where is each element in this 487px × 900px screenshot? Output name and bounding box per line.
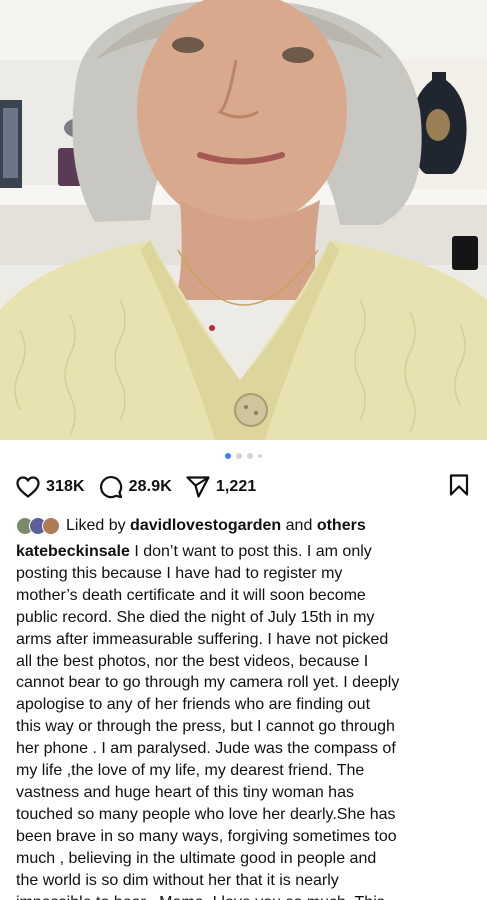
paper-plane-icon: [186, 476, 210, 498]
caption-line: her phone . I am paralysed. Jude was the…: [16, 740, 396, 758]
caption-line: this way or through the press, but I can…: [16, 718, 395, 736]
caption-line: arms after immeasurable suffering. I hav…: [16, 630, 389, 648]
caption-line: the world is so dim without her that it …: [16, 871, 339, 889]
caption-username-link[interactable]: katebeckinsale: [16, 543, 130, 560]
liker-avatars[interactable]: [16, 517, 60, 535]
save-button[interactable]: [449, 473, 469, 501]
caption-line: touched so many people who love her dear…: [16, 805, 396, 823]
comment-button[interactable]: 28.9K: [99, 475, 172, 499]
carousel-dot: [258, 454, 262, 458]
liked-by-row: Liked by davidlovestogarden and others: [16, 515, 477, 537]
comment-count: 28.9K: [128, 478, 172, 495]
like-button[interactable]: 318K: [16, 476, 85, 498]
comment-bubble-icon: [99, 475, 122, 499]
caption-line: much , believing in the ultimate good in…: [16, 849, 377, 867]
avatar: [42, 517, 60, 535]
caption-line: cannot bear to go through my camera roll…: [16, 674, 400, 692]
caption-line: katebeckinsale I don’t want to post this…: [16, 541, 473, 563]
post-caption: katebeckinsale I don’t want to post this…: [16, 541, 473, 900]
post-photo[interactable]: [0, 0, 487, 440]
caption-line: public record. She died the night of Jul…: [16, 608, 375, 626]
carousel-indicator: [0, 452, 487, 460]
caption-line: vastness and huge heart of this tiny wom…: [16, 783, 354, 801]
caption-line: been brave in so many ways, forgiving so…: [16, 827, 397, 845]
caption-line: apologise to any of her friends who are …: [16, 696, 371, 714]
liked-by-user-link[interactable]: davidlovestogarden: [130, 517, 281, 535]
carousel-dot: [247, 453, 253, 459]
post-photo-illustration: [0, 0, 487, 440]
share-button[interactable]: 1,221: [186, 476, 257, 498]
post-action-bar: 318K 28.9K 1,221: [16, 473, 469, 501]
like-count: 318K: [46, 478, 85, 495]
bookmark-icon: [449, 473, 469, 496]
caption-line: impossible to bear . Mama, I love you so…: [16, 892, 473, 900]
carousel-dot: [236, 453, 242, 459]
heart-icon: [16, 476, 40, 498]
caption-text: I don’t want to post this. I am only: [134, 543, 372, 560]
caption-line: my life ,the love of my life, my dearest…: [16, 762, 365, 780]
liked-by-prefix: Liked by: [66, 517, 126, 534]
liked-by-connector: and: [285, 517, 313, 534]
share-count: 1,221: [215, 478, 257, 495]
carousel-dot-active: [225, 453, 231, 459]
caption-line: all the best photos, nor the best videos…: [16, 652, 369, 670]
caption-line: mother’s death certificate and it will s…: [16, 586, 366, 604]
caption-line: posting this because I have had to regis…: [16, 564, 343, 582]
liked-by-others-link[interactable]: others: [317, 517, 366, 535]
